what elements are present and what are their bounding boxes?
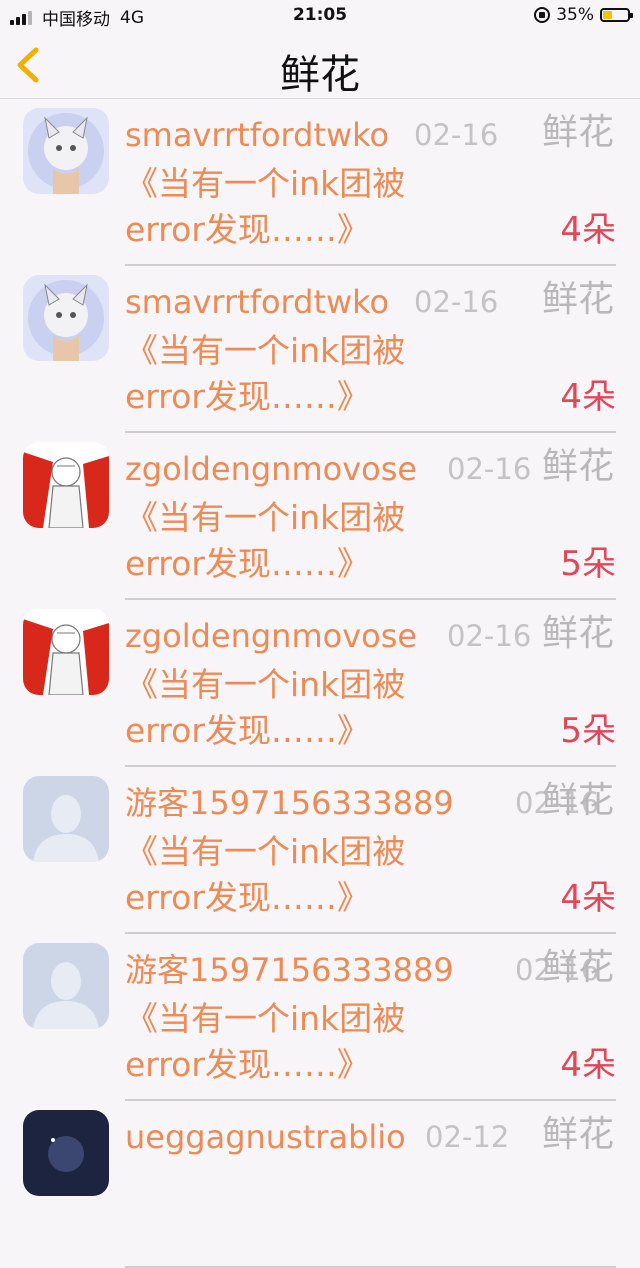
- battery-percent: 35%: [556, 5, 594, 25]
- anime-wolf-avatar[interactable]: [23, 108, 109, 194]
- list-item[interactable]: zgoldengnmovose 02-16 鲜花《当有一个ink团被error发现……: [0, 600, 640, 767]
- flower-count: 4朵: [560, 1045, 616, 1085]
- flower-count: 5朵: [560, 711, 616, 751]
- username[interactable]: 游客1597156333889: [125, 783, 454, 823]
- default-user-avatar[interactable]: [23, 776, 109, 862]
- username[interactable]: smavrrtfordtwko: [125, 115, 389, 155]
- flower-count: 5朵: [560, 544, 616, 584]
- username[interactable]: ueggagnustrablio: [125, 1117, 406, 1157]
- date: 02-16: [447, 619, 532, 653]
- nav-bar: 鲜花: [0, 32, 640, 99]
- battery-icon: [600, 8, 633, 22]
- list-item[interactable]: ueggagnustrablio 02-12 鲜花: [0, 1101, 640, 1268]
- gift-type: 鲜花: [541, 1114, 614, 1155]
- flower-count: 4朵: [560, 210, 616, 250]
- anime-wolf-avatar[interactable]: [23, 275, 109, 361]
- date: 02-16: [414, 118, 499, 152]
- default-user-avatar[interactable]: [23, 943, 109, 1029]
- username[interactable]: 游客1597156333889: [125, 950, 454, 990]
- gift-type: 鲜花: [541, 446, 614, 487]
- work-title-link[interactable]: 《当有一个ink团被error发现……》: [125, 662, 485, 754]
- gift-type: 鲜花: [541, 947, 614, 988]
- anime-red-avatar[interactable]: [23, 442, 109, 528]
- flower-count: 4朵: [560, 377, 616, 417]
- list-item[interactable]: smavrrtfordtwko 02-16 鲜花《当有一个ink团被error发现……: [0, 99, 640, 266]
- rotation-lock-icon: [534, 7, 551, 23]
- flower-count: 4朵: [560, 878, 616, 918]
- gift-type: 鲜花: [541, 780, 614, 821]
- work-title-link[interactable]: 《当有一个ink团被error发现……》: [125, 328, 485, 420]
- work-title-link[interactable]: 《当有一个ink团被error发现……》: [125, 829, 485, 921]
- date: 02-16: [447, 452, 532, 486]
- status-bar: 中国移动 4G 21:05 35%: [0, 0, 640, 32]
- list-item[interactable]: smavrrtfordtwko 02-16 鲜花《当有一个ink团被error发现……: [0, 266, 640, 433]
- work-title-link[interactable]: 《当有一个ink团被error发现……》: [125, 996, 485, 1088]
- anime-red-avatar[interactable]: [23, 609, 109, 695]
- date: 02-12: [425, 1120, 510, 1154]
- username[interactable]: zgoldengnmovose: [125, 616, 417, 656]
- gift-type: 鲜花: [541, 279, 614, 320]
- anime-dark-avatar[interactable]: [23, 1110, 109, 1196]
- list-item[interactable]: zgoldengnmovose 02-16 鲜花《当有一个ink团被error发现……: [0, 433, 640, 600]
- work-title-link[interactable]: 《当有一个ink团被error发现……》: [125, 161, 485, 253]
- gift-type: 鲜花: [541, 613, 614, 654]
- status-right: 35%: [534, 5, 633, 25]
- flower-gift-list: smavrrtfordtwko 02-16 鲜花 《当有一个ink团被error发现……: [0, 99, 640, 1268]
- list-item[interactable]: 游客1597156333889 02-16 鲜花 《当有一个ink团被error发现……: [0, 767, 640, 934]
- date: 02-16: [414, 285, 499, 319]
- list-item[interactable]: 游客1597156333889 02-16 鲜花 《当有一个ink团被error发现……: [0, 934, 640, 1101]
- username[interactable]: smavrrtfordtwko: [125, 282, 389, 322]
- work-title-link[interactable]: 《当有一个ink团被error发现……》: [125, 495, 485, 587]
- username[interactable]: zgoldengnmovose: [125, 449, 417, 489]
- page-title: 鲜花: [280, 52, 360, 98]
- gift-type: 鲜花: [541, 112, 614, 153]
